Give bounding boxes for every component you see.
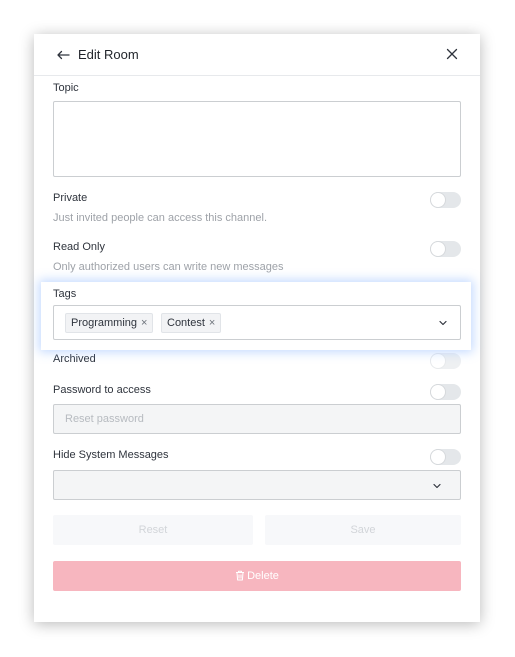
tag-chip[interactable]: Programming × <box>65 313 154 333</box>
read-only-toggle[interactable] <box>430 241 461 257</box>
remove-tag-icon[interactable]: × <box>141 317 147 329</box>
private-hint: Just invited people can access this chan… <box>53 212 268 224</box>
save-button[interactable]: Save <box>265 515 461 545</box>
arrow-left-icon[interactable] <box>55 47 71 63</box>
tags-section: Tags Programming × Contest × <box>41 282 471 350</box>
archived-label: Archived <box>53 353 96 365</box>
delete-label: Delete <box>247 570 279 582</box>
tag-chip[interactable]: Contest × <box>161 313 222 333</box>
topic-label: Topic <box>53 82 79 94</box>
read-only-hint: Only authorized users can write new mess… <box>53 261 284 273</box>
trash-icon <box>236 570 245 581</box>
topic-textarea[interactable] <box>53 101 461 177</box>
private-toggle[interactable] <box>430 192 461 208</box>
tags-label: Tags <box>53 288 77 300</box>
edit-room-panel: Edit Room Topic Private Just invited peo… <box>34 34 480 622</box>
password-input[interactable]: Reset password <box>53 404 461 434</box>
tag-chip-label: Programming <box>71 317 138 329</box>
hide-system-messages-label: Hide System Messages <box>53 449 169 461</box>
reset-button[interactable]: Reset <box>53 515 253 545</box>
tag-chip-label: Contest <box>167 317 205 329</box>
close-icon[interactable] <box>446 48 458 60</box>
chevron-down-icon[interactable] <box>437 317 449 329</box>
private-label: Private <box>53 192 88 204</box>
system-messages-select[interactable] <box>53 470 461 500</box>
page-title: Edit Room <box>78 47 139 62</box>
password-label: Password to access <box>53 384 151 396</box>
panel-header: Edit Room <box>34 34 480 76</box>
archived-toggle[interactable] <box>430 353 461 369</box>
delete-button[interactable]: Delete <box>53 561 461 591</box>
remove-tag-icon[interactable]: × <box>209 317 215 329</box>
chevron-down-icon[interactable] <box>431 480 443 492</box>
tags-select[interactable]: Programming × Contest × <box>53 305 461 340</box>
read-only-label: Read Only <box>53 241 105 253</box>
password-toggle[interactable] <box>430 384 461 400</box>
hide-system-messages-toggle[interactable] <box>430 449 461 465</box>
